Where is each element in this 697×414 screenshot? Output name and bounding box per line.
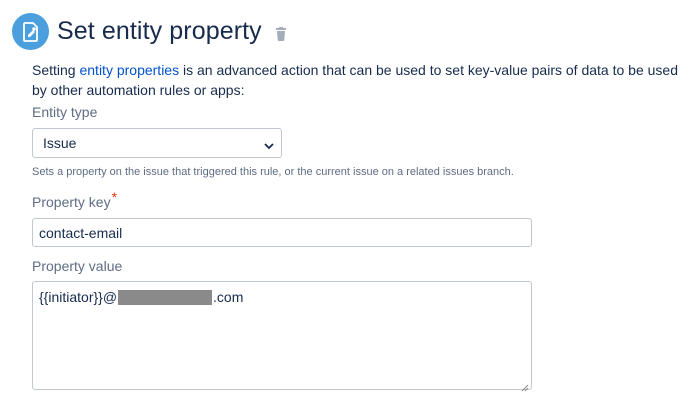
- property-value-label: Property value: [32, 258, 123, 274]
- redacted-block: [118, 289, 213, 305]
- page-title: Set entity property: [57, 17, 262, 45]
- property-key-label-text: Property key: [32, 194, 111, 210]
- entity-type-select[interactable]: Issue: [32, 128, 282, 158]
- property-key-input[interactable]: contact-email: [32, 218, 532, 247]
- panel-header: Set entity property: [12, 13, 287, 50]
- action-description: Setting entity properties is an advanced…: [32, 60, 692, 100]
- entity-type-label: Entity type: [32, 104, 98, 120]
- property-value-line: {{initiator}}@ .com: [39, 288, 525, 306]
- trash-icon[interactable]: [275, 26, 287, 41]
- entity-properties-link[interactable]: entity properties: [79, 62, 179, 78]
- property-key-label: Property key*: [32, 189, 117, 210]
- property-key-value: contact-email: [39, 224, 123, 241]
- set-entity-property-panel: Set entity property Setting entity prope…: [0, 0, 697, 414]
- property-value-textarea[interactable]: {{initiator}}@ .com: [32, 281, 532, 392]
- property-value-suffix: .com: [213, 289, 244, 305]
- description-prefix: Setting: [32, 62, 80, 78]
- chevron-down-icon: [264, 138, 274, 150]
- property-value-prefix: {{initiator}}@: [39, 289, 118, 305]
- required-marker: *: [111, 189, 118, 205]
- edit-property-icon: [12, 13, 49, 50]
- resize-grip-icon[interactable]: [521, 379, 529, 392]
- entity-type-help-text: Sets a property on the issue that trigge…: [32, 166, 514, 178]
- entity-type-selected-value: Issue: [43, 135, 77, 151]
